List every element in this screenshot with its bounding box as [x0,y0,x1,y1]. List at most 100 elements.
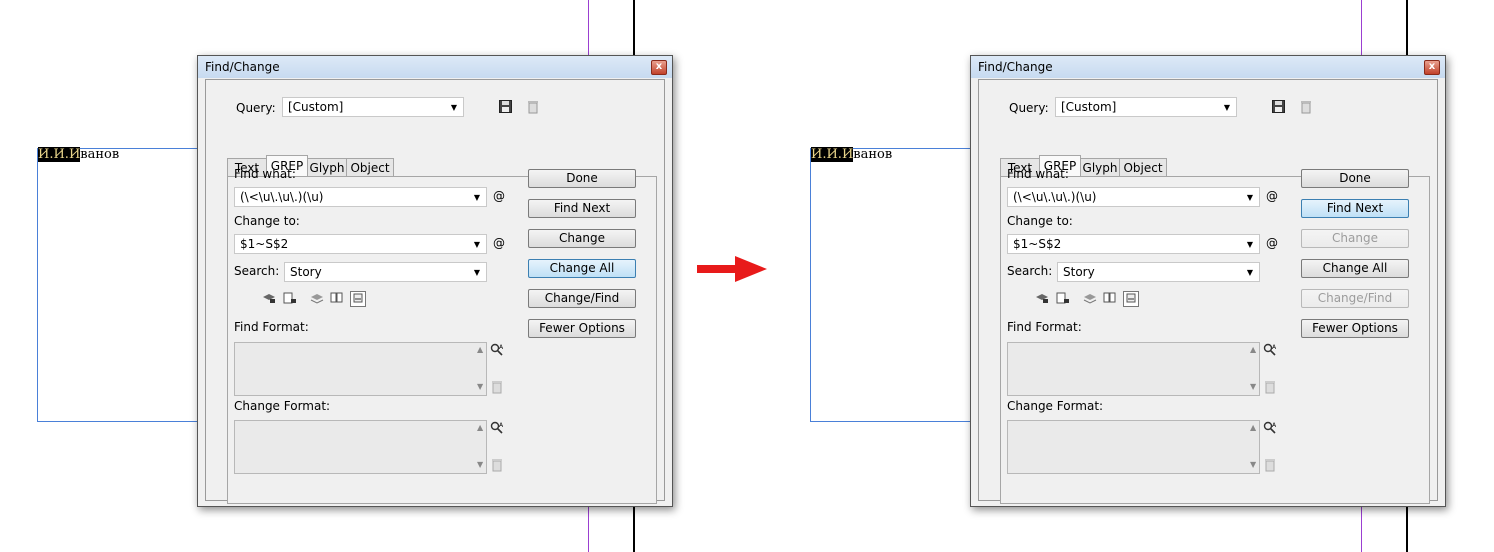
find-format-label: Find Format: [1007,320,1082,334]
query-dropdown[interactable]: [Custom] ▼ [282,97,464,117]
chevron-down-icon: ▼ [450,103,457,112]
svg-text:A: A [499,344,504,351]
find-next-button[interactable]: Find Next [528,199,636,218]
delete-query-icon[interactable] [526,100,540,114]
query-label: Query: [236,101,276,115]
dialog-title: Find/Change [978,60,1053,74]
save-query-icon[interactable] [1271,100,1285,114]
find-format-box[interactable] [234,342,487,396]
change-all-button[interactable]: Change All [528,259,636,278]
search-scope-value: Story [1063,265,1095,279]
done-button[interactable]: Done [1301,169,1409,188]
change-format-box[interactable] [234,420,487,474]
change-to-input[interactable]: $1~S$2 ▼ [1007,234,1260,254]
include-footnotes-icon[interactable] [1123,291,1139,307]
change-find-button[interactable]: Change/Find [528,289,636,308]
find-format-box[interactable] [1007,342,1260,396]
find-what-value: (\<\u\.\u\.)(\u) [240,190,324,204]
change-all-button[interactable]: Change All [1301,259,1409,278]
query-label: Query: [1009,101,1049,115]
change-button[interactable]: Change [528,229,636,248]
document-text[interactable]: И.И.Иванов [811,147,892,162]
find-what-label: Find what: [234,167,296,181]
include-hidden-layers-icon[interactable] [310,292,324,306]
change-button[interactable]: Change [1301,229,1409,248]
find-what-input[interactable]: (\<\u\.\u\.)(\u) ▼ [234,187,487,207]
include-footnotes-icon[interactable] [350,291,366,307]
scroll-down-icon[interactable]: ▼ [477,460,483,469]
include-master-pages-icon[interactable] [1103,292,1117,306]
clear-attributes-icon[interactable] [1263,380,1277,394]
change-to-input[interactable]: $1~S$2 ▼ [234,234,487,254]
search-label: Search: [1007,264,1053,278]
svg-text:A: A [1272,422,1277,429]
query-value: [Custom] [1061,100,1117,114]
specify-attributes-icon[interactable]: A [1263,343,1277,357]
scroll-down-icon[interactable]: ▼ [1250,460,1256,469]
clear-attributes-icon[interactable] [490,380,504,394]
remaining-text: ванов [80,147,120,162]
clear-attributes-icon[interactable] [1263,458,1277,472]
dialog-client: Query: [Custom] ▼ Text GREP Glyph Object… [978,79,1438,504]
query-dropdown[interactable]: [Custom] ▼ [1055,97,1237,117]
scroll-up-icon[interactable]: ▲ [1250,345,1256,354]
scroll-down-icon[interactable]: ▼ [1250,382,1256,391]
document-text[interactable]: И.И.Иванов [38,147,119,162]
dialog-titlebar[interactable]: Find/Change x [198,56,672,78]
close-button[interactable]: x [1424,60,1440,75]
scroll-down-icon[interactable]: ▼ [477,382,483,391]
tab-object[interactable]: Object [1119,158,1167,176]
scroll-up-icon[interactable]: ▲ [477,423,483,432]
specify-attributes-icon[interactable]: A [490,421,504,435]
tab-glyph[interactable]: Glyph [1080,158,1120,176]
fewer-options-button[interactable]: Fewer Options [528,319,636,338]
special-characters-icon[interactable]: @ [492,189,506,203]
done-button[interactable]: Done [528,169,636,188]
change-to-value: $1~S$2 [240,237,289,251]
scroll-up-icon[interactable]: ▲ [1250,423,1256,432]
include-locked-layers-icon[interactable] [262,292,276,306]
change-format-label: Change Format: [1007,399,1104,413]
clear-attributes-icon[interactable] [490,458,504,472]
special-characters-icon[interactable]: @ [1265,236,1279,250]
include-hidden-layers-icon[interactable] [1083,292,1097,306]
dialog-client: Query: [Custom] ▼ Text GREP Glyph Object… [205,79,665,504]
include-master-pages-icon[interactable] [330,292,344,306]
dialog-titlebar[interactable]: Find/Change x [971,56,1445,78]
special-characters-icon[interactable]: @ [1265,189,1279,203]
after-screenshot: И.И.Иванов Find/Change x Query: [Custom]… [773,0,1494,552]
chevron-down-icon: ▼ [1246,268,1253,277]
special-characters-icon[interactable]: @ [492,236,506,250]
search-scope-dropdown[interactable]: Story ▼ [284,262,487,282]
find-what-input[interactable]: (\<\u\.\u\.)(\u) ▼ [1007,187,1260,207]
find-next-button[interactable]: Find Next [1301,199,1409,218]
change-format-box[interactable] [1007,420,1260,474]
change-to-label: Change to: [234,214,300,228]
search-label: Search: [234,264,280,278]
tab-glyph[interactable]: Glyph [307,158,347,176]
chevron-down-icon: ▼ [1223,103,1230,112]
include-locked-layers-icon[interactable] [1035,292,1049,306]
change-to-value: $1~S$2 [1013,237,1062,251]
include-locked-stories-icon[interactable] [283,292,297,306]
change-find-button[interactable]: Change/Find [1301,289,1409,308]
chevron-down-icon: ▼ [1246,193,1253,202]
save-query-icon[interactable] [498,100,512,114]
remaining-text: ванов [853,147,893,162]
text-frame[interactable] [37,148,198,422]
text-frame[interactable] [810,148,971,422]
include-locked-stories-icon[interactable] [1056,292,1070,306]
selected-text: И.И.И [811,147,854,162]
svg-text:A: A [1272,344,1277,351]
find-format-label: Find Format: [234,320,309,334]
close-button[interactable]: x [651,60,667,75]
specify-attributes-icon[interactable]: A [1263,421,1277,435]
right-arrow-icon [697,265,737,273]
fewer-options-button[interactable]: Fewer Options [1301,319,1409,338]
specify-attributes-icon[interactable]: A [490,343,504,357]
find-what-value: (\<\u\.\u\.)(\u) [1013,190,1097,204]
delete-query-icon[interactable] [1299,100,1313,114]
tab-object[interactable]: Object [346,158,394,176]
scroll-up-icon[interactable]: ▲ [477,345,483,354]
search-scope-dropdown[interactable]: Story ▼ [1057,262,1260,282]
